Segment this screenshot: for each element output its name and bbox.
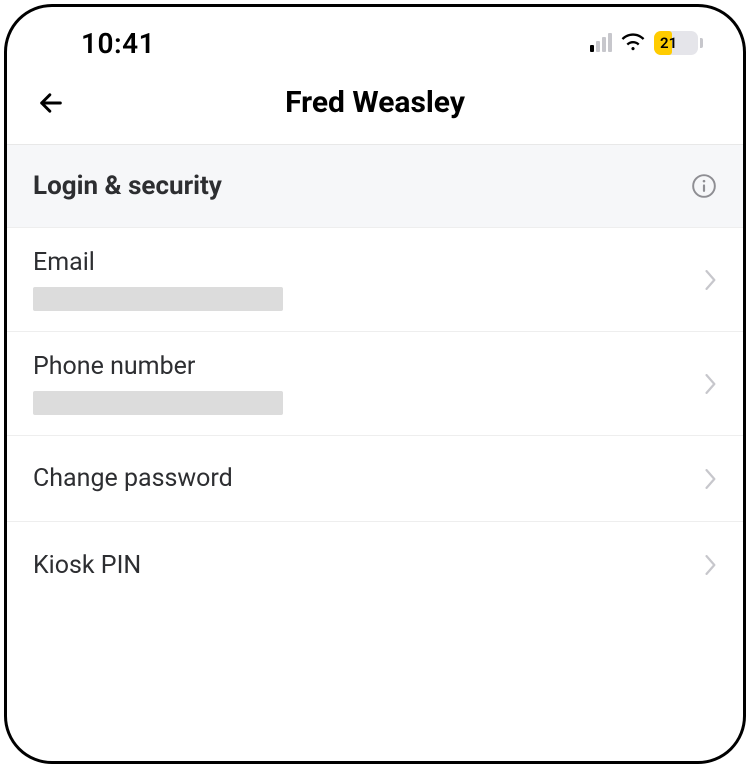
list-item-phone-number[interactable]: Phone number — [7, 332, 743, 436]
info-button[interactable] — [691, 173, 717, 199]
chevron-right-icon — [705, 270, 717, 290]
list-item-kiosk-pin[interactable]: Kiosk PIN — [7, 522, 743, 608]
list-item-email[interactable]: Email — [7, 228, 743, 332]
navigation-header: Fred Weasley — [7, 71, 743, 145]
item-label: Phone number — [33, 352, 283, 381]
chevron-right-icon — [705, 469, 717, 489]
status-bar: 10:41 21 — [7, 7, 743, 71]
redacted-value — [33, 391, 283, 415]
item-label: Email — [33, 248, 283, 277]
cellular-signal-icon — [590, 34, 612, 52]
status-time: 10:41 — [47, 27, 155, 60]
info-icon — [691, 173, 717, 199]
list-item-change-password[interactable]: Change password — [7, 436, 743, 522]
status-indicators: 21 — [590, 31, 703, 55]
chevron-right-icon — [705, 374, 717, 394]
section-title: Login & security — [33, 171, 222, 201]
chevron-right-icon — [705, 555, 717, 575]
item-label: Kiosk PIN — [33, 551, 141, 580]
battery-percent: 21 — [654, 34, 677, 52]
device-frame: 10:41 21 — [4, 4, 746, 764]
wifi-icon — [620, 31, 646, 55]
battery-indicator: 21 — [654, 31, 703, 55]
section-header: Login & security — [7, 145, 743, 228]
arrow-left-icon — [37, 89, 65, 117]
item-label: Change password — [33, 464, 233, 493]
back-button[interactable] — [33, 85, 69, 121]
redacted-value — [33, 287, 283, 311]
page-title: Fred Weasley — [33, 85, 717, 120]
